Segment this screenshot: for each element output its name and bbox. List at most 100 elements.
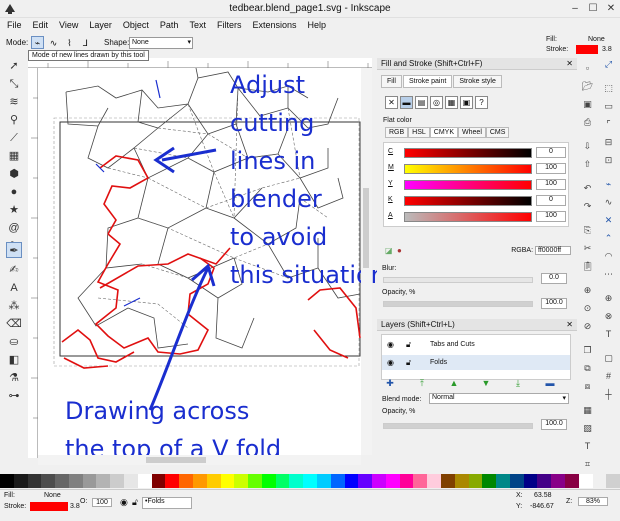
menu-object[interactable]: Object: [116, 18, 153, 30]
menu-path[interactable]: Path: [153, 18, 183, 30]
bucket-tool-icon[interactable]: ⛀: [6, 334, 22, 350]
snap-grid-icon[interactable]: #: [602, 370, 615, 383]
measure-tool-icon[interactable]: ⟋: [6, 130, 22, 146]
menu-help[interactable]: Help: [300, 18, 330, 30]
remove-layer-icon[interactable]: ▬: [541, 377, 559, 390]
gradient-tool-icon[interactable]: ◧: [6, 352, 22, 368]
snap-rotation-center-icon[interactable]: ⊗: [602, 310, 615, 323]
palette-swatch[interactable]: [289, 474, 304, 488]
selector-tool-icon[interactable]: ➚: [6, 58, 22, 74]
palette-swatch[interactable]: [537, 474, 552, 488]
palette-swatch[interactable]: [316, 474, 331, 488]
snap-cusp-icon[interactable]: ⌃: [602, 232, 615, 245]
close-panel-icon[interactable]: ✕: [566, 58, 573, 70]
unlink-clone-icon[interactable]: ⧈: [581, 380, 594, 393]
3d-box-tool-icon[interactable]: ⬢: [6, 166, 22, 182]
calligraphy-tool-icon[interactable]: ✍: [6, 262, 22, 278]
blend-mode-select[interactable]: Normal ▾: [429, 393, 569, 404]
unlock-icon[interactable]: 🔓︎: [406, 355, 411, 370]
minimize-button[interactable]: –: [566, 2, 584, 15]
add-layer-icon[interactable]: ✚: [381, 377, 399, 390]
copy-icon[interactable]: ⎘: [581, 224, 594, 237]
horizontal-scroll-thumb[interactable]: [146, 457, 206, 463]
lower-to-bottom-icon[interactable]: ⤓: [509, 377, 527, 390]
save-icon[interactable]: ▣: [581, 98, 594, 111]
lower-layer-icon[interactable]: ▼: [477, 377, 495, 390]
palette-swatch[interactable]: [82, 474, 97, 488]
eye-icon[interactable]: ◉: [387, 355, 394, 370]
new-document-icon[interactable]: ▫: [581, 62, 594, 75]
palette-swatch[interactable]: [124, 474, 138, 488]
palette-swatch[interactable]: [261, 474, 276, 488]
tab-cmyk[interactable]: CMYK: [429, 127, 459, 138]
duplicate-icon[interactable]: ❐: [581, 344, 594, 357]
rgba-input[interactable]: ff0000ff: [535, 246, 571, 255]
palette-swatch[interactable]: [330, 474, 345, 488]
palette-swatch[interactable]: [372, 474, 386, 488]
yellow-value[interactable]: 100: [536, 179, 566, 190]
menu-text[interactable]: Text: [182, 18, 210, 30]
black-slider[interactable]: [404, 196, 532, 206]
import-icon[interactable]: ⇩: [581, 140, 594, 153]
palette-swatch[interactable]: [468, 474, 483, 488]
palette-swatch[interactable]: [482, 474, 497, 488]
raise-to-top-icon[interactable]: ⤒: [413, 377, 431, 390]
menu-view[interactable]: View: [52, 18, 82, 30]
snap-bbox-midpoint-icon[interactable]: ⊟: [602, 136, 615, 149]
layer-row[interactable]: ◉ 🔓︎ Folds: [382, 355, 570, 370]
yellow-slider[interactable]: [404, 180, 532, 190]
palette-swatch[interactable]: [427, 474, 441, 488]
palette-swatch[interactable]: [385, 474, 400, 488]
layer-opacity-slider[interactable]: [383, 423, 533, 429]
menu-layer[interactable]: Layer: [82, 18, 116, 30]
tab-rgb[interactable]: RGB: [385, 127, 409, 138]
spiro-mode-button[interactable]: ∿: [47, 36, 60, 49]
no-paint-button[interactable]: ✕: [385, 96, 398, 109]
snap-enable-icon[interactable]: ⤢: [602, 58, 615, 71]
snap-midpoint-icon[interactable]: ⋯: [602, 268, 615, 281]
unlock-icon[interactable]: 🔓︎: [406, 337, 411, 352]
snap-bbox-corner-icon[interactable]: ⌜: [602, 118, 615, 131]
lock-layer-icon[interactable]: 🔓︎: [132, 497, 138, 508]
text-tool-icon[interactable]: A: [6, 280, 22, 296]
opacity-short-input[interactable]: 100: [92, 498, 112, 507]
close-layers-icon[interactable]: ✕: [566, 319, 573, 331]
paraxial-mode-button[interactable]: ⅃: [79, 36, 92, 49]
pattern-button[interactable]: ▦: [445, 96, 458, 109]
tab-hsl[interactable]: HSL: [408, 127, 430, 138]
menu-extensions[interactable]: Extensions: [245, 18, 300, 30]
palette-swatch[interactable]: [496, 474, 510, 488]
palette-swatch[interactable]: [565, 474, 579, 488]
palette-swatch[interactable]: [220, 474, 235, 488]
connector-tool-icon[interactable]: ⊶: [6, 388, 22, 404]
palette-swatch[interactable]: [0, 474, 14, 488]
node-tool-icon[interactable]: ⤡: [6, 76, 22, 92]
snap-bbox-edge-icon[interactable]: ▭: [602, 100, 615, 113]
palette-swatch[interactable]: [454, 474, 469, 488]
swatch-button[interactable]: ▣: [460, 96, 473, 109]
menu-filters[interactable]: Filters: [210, 18, 246, 30]
snap-smooth-icon[interactable]: ◠: [602, 250, 615, 263]
palette-swatch[interactable]: [592, 474, 607, 488]
palette-swatch[interactable]: [523, 474, 538, 488]
palette-swatch[interactable]: [275, 474, 290, 488]
zoom-tool-icon[interactable]: ⚲: [6, 112, 22, 128]
snap-bbox-center-icon[interactable]: ⊡: [602, 154, 615, 167]
palette-swatch[interactable]: [399, 474, 414, 488]
vertical-scrollbar[interactable]: [361, 68, 372, 455]
redo-icon[interactable]: ↷: [581, 200, 594, 213]
palette-swatch[interactable]: [509, 474, 524, 488]
vertical-ruler[interactable]: [28, 68, 38, 458]
palette-swatch[interactable]: [13, 474, 28, 488]
hide-layer-icon[interactable]: ◉: [120, 497, 128, 508]
cut-icon[interactable]: ✂: [581, 242, 594, 255]
snap-path-icon[interactable]: ∿: [602, 196, 615, 209]
palette-swatch[interactable]: [358, 474, 373, 488]
palette-swatch[interactable]: [41, 474, 56, 488]
magenta-slider[interactable]: [404, 164, 532, 174]
palette-swatch[interactable]: [179, 474, 193, 488]
palette-swatch[interactable]: [413, 474, 428, 488]
open-icon[interactable]: 📂︎: [581, 80, 594, 93]
flat-color-button[interactable]: ▬: [400, 96, 413, 109]
raise-layer-icon[interactable]: ▲: [445, 377, 463, 390]
